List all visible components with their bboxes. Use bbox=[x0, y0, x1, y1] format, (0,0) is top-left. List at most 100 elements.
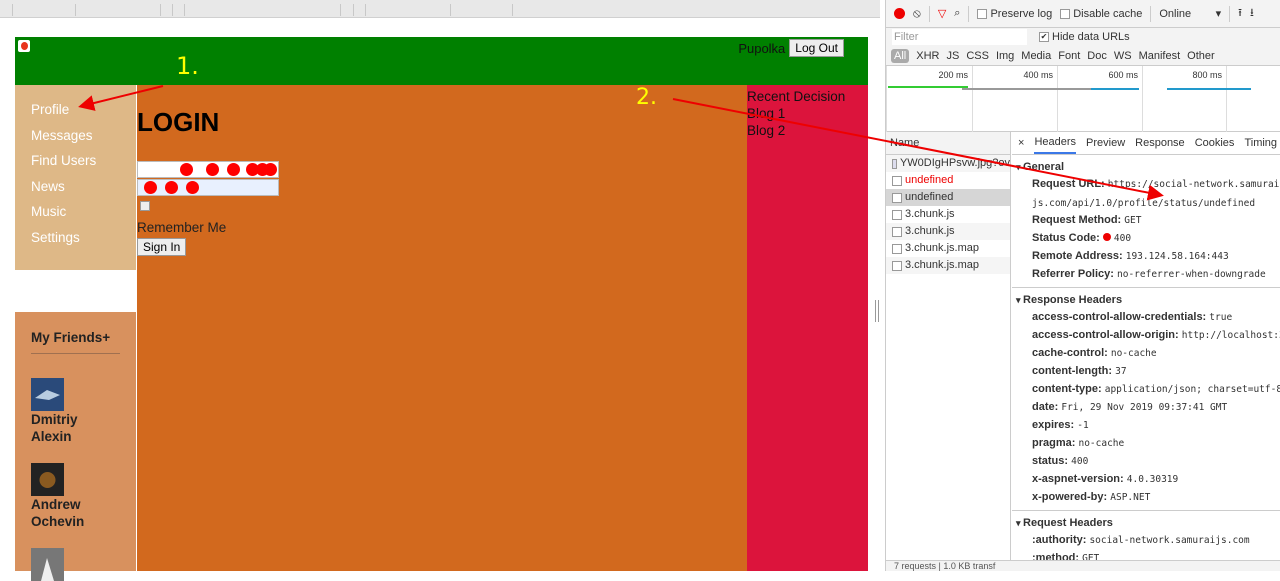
status-bar: 7 requests | 1.0 KB transf bbox=[886, 560, 1280, 571]
network-timeline[interactable]: 200 ms 400 ms 600 ms 800 ms bbox=[886, 66, 1280, 132]
header-value: 193.124.58.164:443 bbox=[1125, 251, 1229, 262]
avatar bbox=[31, 463, 64, 496]
link-blog-1[interactable]: Blog 1 bbox=[747, 105, 868, 122]
general-section[interactable]: General bbox=[1012, 155, 1280, 175]
friend-item[interactable]: Andrew Ochevin bbox=[31, 463, 120, 530]
request-row[interactable]: 3.chunk.js.map bbox=[886, 240, 1010, 257]
header-key: Referrer Policy: bbox=[1032, 268, 1114, 280]
close-icon[interactable]: × bbox=[1018, 137, 1024, 149]
header-value: -1 bbox=[1077, 420, 1089, 431]
header-key: date: bbox=[1032, 401, 1059, 413]
header-value: 400 bbox=[1113, 233, 1132, 244]
friend-last-name: Ochevin bbox=[31, 514, 85, 529]
tab-preview[interactable]: Preview bbox=[1086, 137, 1125, 149]
friend-item[interactable] bbox=[31, 548, 120, 581]
link-blog-2[interactable]: Blog 2 bbox=[747, 122, 868, 139]
header-key: x-powered-by: bbox=[1032, 491, 1108, 503]
header-row: Request URL: https://social-network.samu… bbox=[1012, 175, 1280, 211]
header-row: access-control-allow-origin: http://loca… bbox=[1012, 326, 1280, 344]
type-all[interactable]: All bbox=[891, 48, 910, 63]
header-value: GET bbox=[1082, 553, 1100, 560]
response-headers-section[interactable]: Response Headers bbox=[1012, 288, 1280, 308]
request-row[interactable]: undefined bbox=[886, 189, 1010, 206]
friends-panel: My Friends+ Dmitriy Alexin Andrew Ochevi… bbox=[15, 312, 136, 581]
friend-first-name: Dmitriy bbox=[31, 412, 78, 427]
tab-headers[interactable]: Headers bbox=[1034, 132, 1077, 154]
request-row[interactable]: 3.chunk.js bbox=[886, 223, 1010, 240]
tick-label: 800 ms bbox=[1192, 70, 1222, 80]
request-row[interactable]: 3.chunk.js bbox=[886, 206, 1010, 223]
right-sidebar: Recent Decision Blog 1 Blog 2 bbox=[747, 85, 868, 571]
panel-splitter[interactable] bbox=[875, 300, 879, 322]
header-key: content-length: bbox=[1032, 365, 1113, 377]
request-row[interactable]: 3.chunk.js.map bbox=[886, 257, 1010, 274]
header-row: Remote Address: 193.124.58.164:443 bbox=[1012, 247, 1280, 265]
clear-icon[interactable]: ⦸ bbox=[913, 6, 921, 21]
filter-icon[interactable]: ▽ bbox=[938, 7, 946, 20]
social-app: Pupolka Log Out Profile Messages Find Us… bbox=[15, 37, 868, 581]
header-row: Referrer Policy: no-referrer-when-downgr… bbox=[1012, 265, 1280, 283]
tab-response[interactable]: Response bbox=[1135, 137, 1185, 149]
type-js[interactable]: JS bbox=[946, 50, 959, 62]
header-key: access-control-allow-origin: bbox=[1032, 329, 1179, 341]
type-media[interactable]: Media bbox=[1021, 50, 1051, 62]
avatar bbox=[31, 548, 64, 581]
header-key: access-control-allow-credentials: bbox=[1032, 311, 1207, 323]
nav-music[interactable]: Music bbox=[15, 204, 136, 230]
tab-cookies[interactable]: Cookies bbox=[1195, 137, 1235, 149]
tab-timing[interactable]: Timing bbox=[1244, 137, 1277, 149]
header-row: :authority: social-network.samuraijs.com bbox=[1012, 531, 1280, 549]
preserve-log-checkbox[interactable]: Preserve log bbox=[977, 8, 1052, 20]
type-xhr[interactable]: XHR bbox=[916, 50, 939, 62]
throttle-select[interactable]: Online ▾ bbox=[1159, 7, 1221, 20]
hide-data-urls-checkbox[interactable]: ✔ Hide data URLs bbox=[1039, 31, 1130, 43]
nav-settings[interactable]: Settings bbox=[15, 230, 136, 256]
filter-input[interactable]: Filter bbox=[892, 29, 1027, 45]
search-icon[interactable]: ⌕ bbox=[954, 7, 960, 20]
import-icon[interactable]: ⭱ bbox=[1238, 4, 1242, 23]
type-ws[interactable]: WS bbox=[1114, 50, 1132, 62]
request-list: Name YW0DIgHPsvw.jpg?ov undefined undefi… bbox=[886, 132, 1011, 560]
header-value: 4.0.30319 bbox=[1126, 474, 1179, 485]
type-other[interactable]: Other bbox=[1187, 50, 1215, 62]
friend-item[interactable]: Dmitriy Alexin bbox=[31, 378, 120, 445]
nav-news[interactable]: News bbox=[15, 179, 136, 205]
remember-me-checkbox[interactable] bbox=[140, 201, 150, 211]
header-key: :method: bbox=[1032, 552, 1080, 560]
header-value: no-referrer-when-downgrade bbox=[1117, 269, 1266, 280]
nav-profile[interactable]: Profile bbox=[15, 102, 136, 128]
nav-messages[interactable]: Messages bbox=[15, 128, 136, 154]
header-key: pragma: bbox=[1032, 437, 1076, 449]
record-icon[interactable] bbox=[894, 8, 905, 19]
header-key: status: bbox=[1032, 455, 1069, 467]
header-key: x-aspnet-version: bbox=[1032, 473, 1124, 485]
link-recent-decision[interactable]: Recent Decision bbox=[747, 88, 868, 105]
friend-last-name: Alexin bbox=[31, 429, 72, 444]
type-img[interactable]: Img bbox=[996, 50, 1014, 62]
friends-title[interactable]: My Friends+ bbox=[31, 330, 120, 354]
nav-find-users[interactable]: Find Users bbox=[15, 153, 136, 179]
disable-cache-checkbox[interactable]: Disable cache bbox=[1060, 8, 1142, 20]
request-headers-section[interactable]: Request Headers bbox=[1012, 511, 1280, 531]
login-email-input[interactable] bbox=[137, 161, 279, 178]
export-icon[interactable]: ⭳ bbox=[1250, 4, 1254, 23]
type-css[interactable]: CSS bbox=[966, 50, 989, 62]
remember-me-label: Remember Me bbox=[137, 220, 227, 235]
name-column-header[interactable]: Name bbox=[886, 132, 1010, 155]
header-row: :method: GET bbox=[1012, 549, 1280, 560]
request-row[interactable]: undefined bbox=[886, 172, 1010, 189]
devtools-network: ⦸ ▽ ⌕ Preserve log Disable cache Online … bbox=[885, 0, 1280, 571]
type-doc[interactable]: Doc bbox=[1087, 50, 1107, 62]
sign-in-button[interactable]: Sign In bbox=[137, 238, 187, 256]
status-error-icon bbox=[1102, 233, 1111, 241]
header-row: Request Method: GET bbox=[1012, 211, 1280, 229]
logout-button[interactable]: Log Out bbox=[789, 39, 844, 57]
type-font[interactable]: Font bbox=[1058, 50, 1080, 62]
header-row: content-length: 37 bbox=[1012, 362, 1280, 380]
request-row[interactable]: YW0DIgHPsvw.jpg?ov bbox=[886, 155, 1010, 172]
password-input[interactable] bbox=[137, 179, 279, 196]
avatar bbox=[31, 378, 64, 411]
header-row: status: 400 bbox=[1012, 452, 1280, 470]
tick-label: 600 ms bbox=[1108, 70, 1138, 80]
type-manifest[interactable]: Manifest bbox=[1139, 50, 1181, 62]
